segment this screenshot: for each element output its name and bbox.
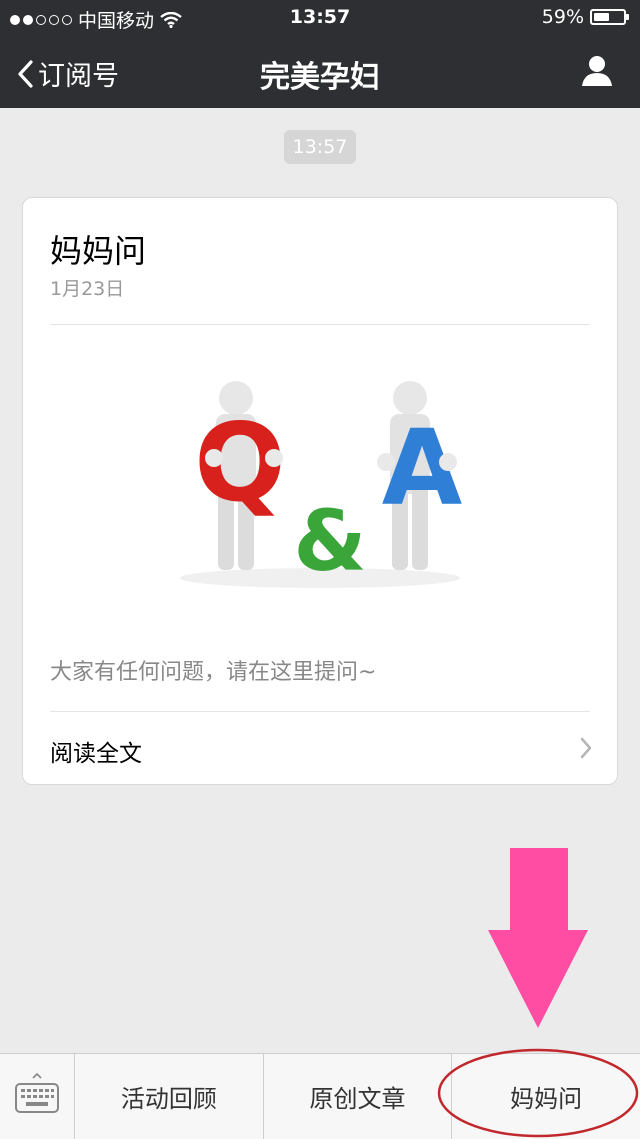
keyboard-icon (15, 1072, 59, 1113)
pink-arrow-annotation (488, 848, 588, 1028)
menu-item-activity-review[interactable]: 活动回顾 (75, 1054, 264, 1139)
article-card[interactable]: 妈妈问 1月23日 Q & A 大家有任何问题，请在这里提问~ 阅读全文 (22, 197, 618, 785)
hand (265, 449, 283, 467)
battery-icon (590, 9, 629, 25)
article-cover-image[interactable]: Q & A (46, 334, 594, 628)
user-icon (582, 56, 612, 86)
chevron-right-icon (580, 737, 592, 759)
battery-percent: 59% (541, 6, 584, 28)
menu-item-original-articles[interactable]: 原创文章 (264, 1054, 453, 1139)
read-full-article-link[interactable]: 阅读全文 (23, 712, 617, 786)
top-bar: 中国移动 13:57 59% 订阅号 完美孕妇 (0, 0, 640, 108)
letter-ampersand: & (293, 492, 366, 590)
page-title: 完美孕妇 (260, 60, 380, 95)
qa-figures-illustration: Q & A (180, 381, 462, 590)
read-more-label: 阅读全文 (50, 741, 142, 767)
hand (377, 453, 395, 471)
red-circle-annotation (437, 1048, 639, 1138)
profile-button[interactable] (580, 54, 614, 92)
keyboard-toggle-button[interactable] (0, 1054, 75, 1139)
message-timestamp: 13:57 (284, 130, 356, 164)
divider (50, 324, 590, 325)
status-bar: 中国移动 13:57 59% (0, 0, 640, 36)
hand (439, 453, 457, 471)
article-description: 大家有任何问题，请在这里提问~ (50, 660, 377, 685)
article-date: 1月23日 (50, 278, 125, 300)
hand (205, 449, 223, 467)
battery-status: 59% (541, 6, 629, 28)
article-title: 妈妈问 (50, 232, 147, 270)
nav-bar: 订阅号 完美孕妇 (0, 36, 640, 108)
